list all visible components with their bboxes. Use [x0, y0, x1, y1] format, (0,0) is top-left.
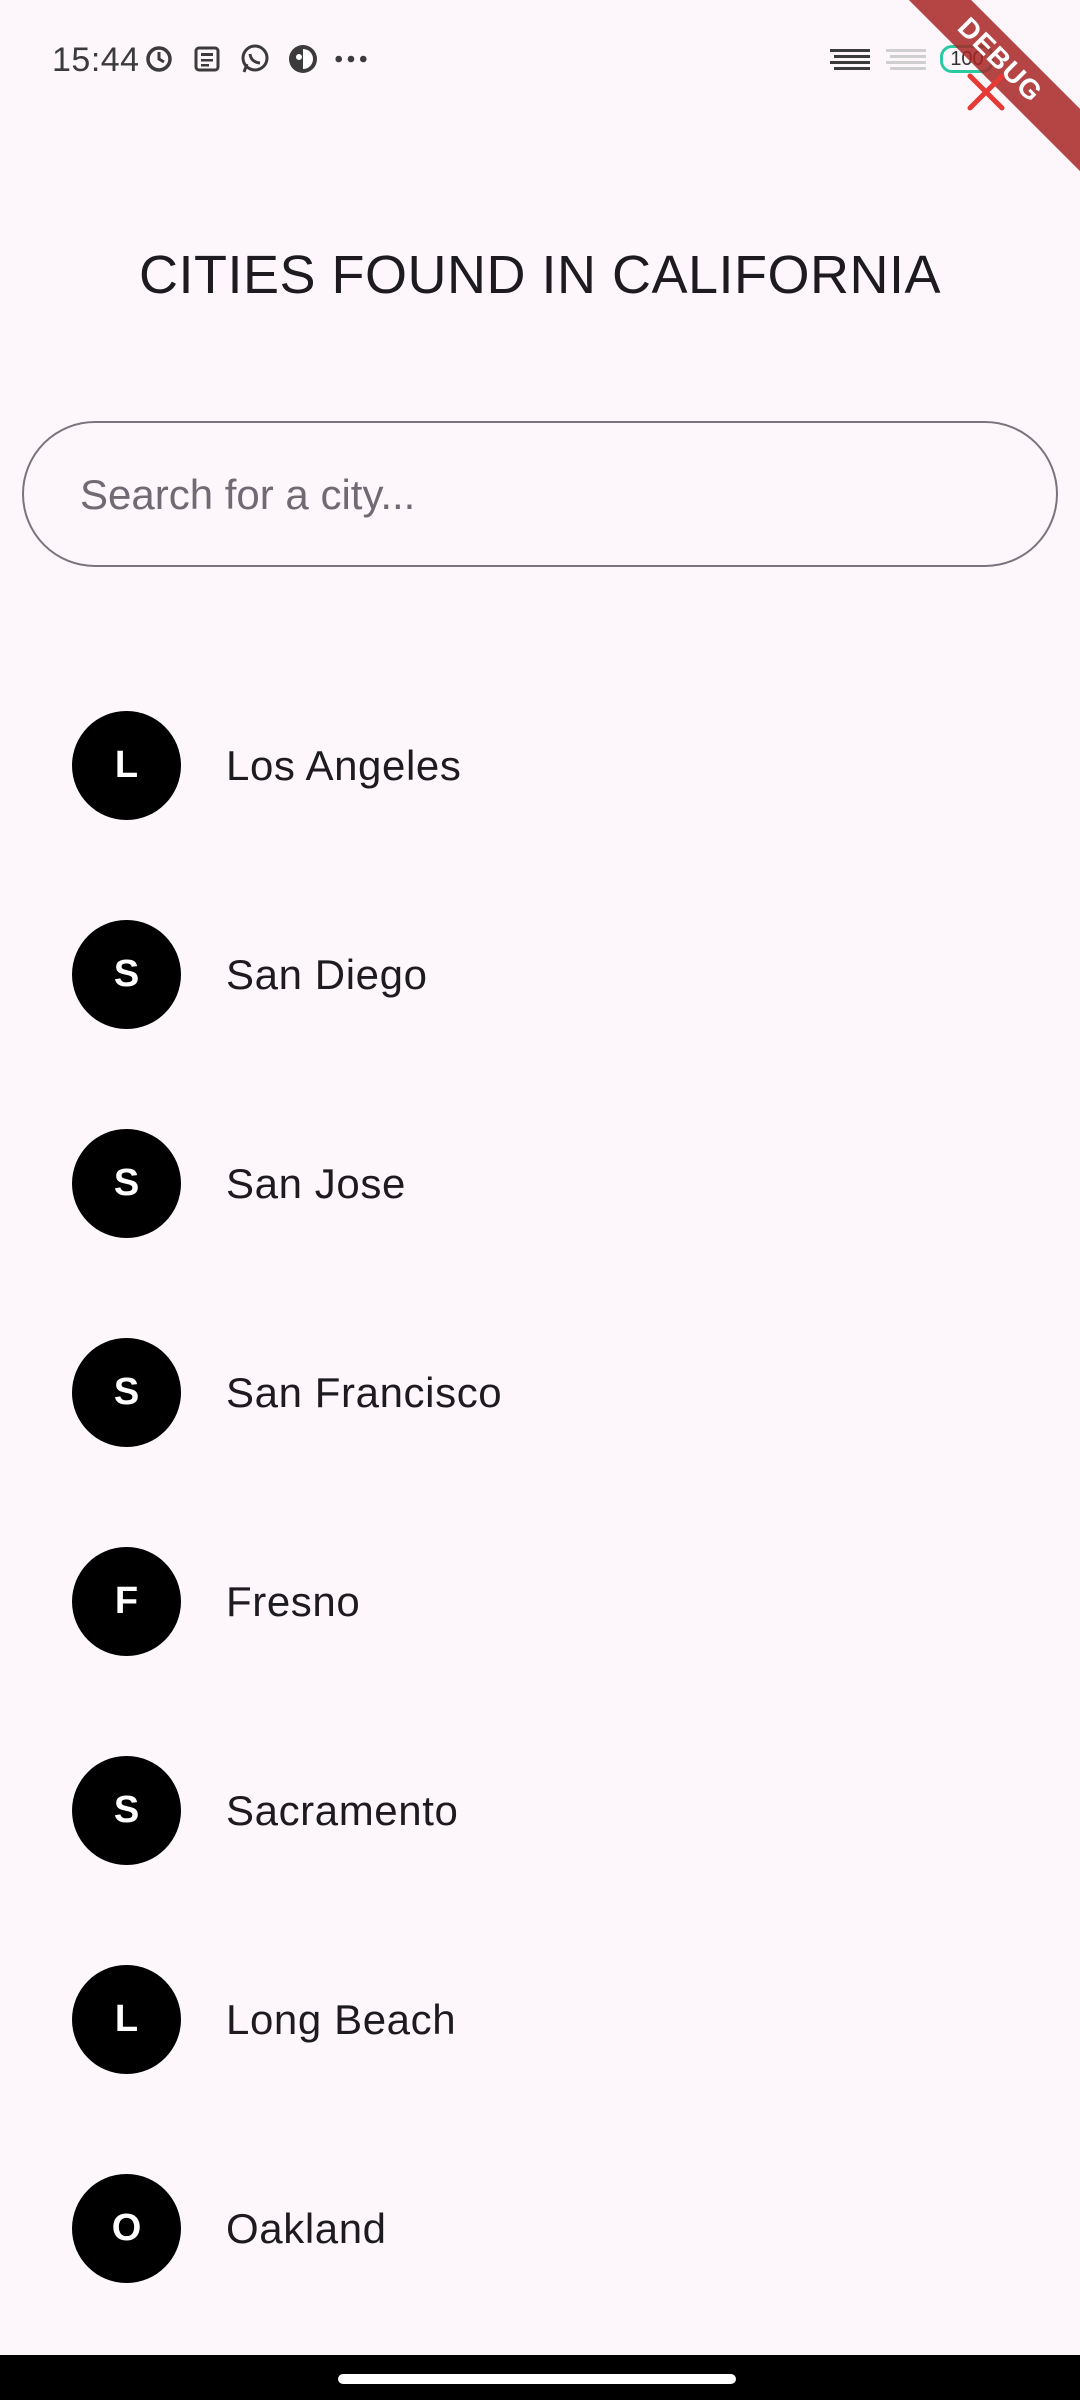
avatar: L [72, 711, 181, 820]
city-name: Los Angeles [226, 741, 462, 789]
avatar: S [72, 920, 181, 1029]
close-icon[interactable] [962, 68, 1010, 116]
whatsapp-icon [238, 42, 272, 76]
avatar: S [72, 1756, 181, 1865]
home-gesture-handle[interactable] [338, 2374, 736, 2384]
status-bar: 15:44 100 [0, 0, 1080, 182]
signal-icon [828, 42, 872, 76]
app-screen: 15:44 100 [0, 0, 1080, 2400]
city-name: Sacramento [226, 1786, 459, 1834]
city-name: Oakland [226, 2204, 387, 2252]
avatar: L [72, 1965, 181, 2074]
list-item[interactable]: S San Diego [0, 870, 1080, 1079]
search-field[interactable] [22, 421, 1058, 567]
more-dots-icon [334, 42, 368, 76]
navigation-bar [0, 2355, 1080, 2400]
status-time: 15:44 [52, 41, 140, 79]
city-name: Long Beach [226, 1995, 457, 2043]
alarm-icon [142, 42, 176, 76]
page-title: CITIES FOUND IN CALIFORNIA [138, 245, 942, 305]
city-name: Fresno [226, 1577, 361, 1625]
avatar: F [72, 1547, 181, 1656]
app-icon [286, 42, 320, 76]
list-item[interactable]: S San Jose [0, 1079, 1080, 1288]
news-icon [190, 42, 224, 76]
list-item[interactable]: L Long Beach [0, 1915, 1080, 2124]
avatar: O [72, 2174, 181, 2283]
avatar: S [72, 1338, 181, 1447]
signal-2-icon [884, 42, 928, 76]
city-name: San Diego [226, 950, 428, 998]
avatar: S [72, 1129, 181, 1238]
city-list: L Los Angeles S San Diego S San Jose S S… [0, 661, 1080, 2333]
list-item[interactable]: L Los Angeles [0, 661, 1080, 870]
list-item[interactable]: F Fresno [0, 1497, 1080, 1706]
list-item[interactable]: O Oakland [0, 2124, 1080, 2333]
list-item[interactable]: S San Francisco [0, 1288, 1080, 1497]
search-input[interactable] [78, 423, 1022, 567]
list-item[interactable]: S Sacramento [0, 1706, 1080, 1915]
city-name: San Francisco [226, 1368, 503, 1416]
status-icons-left [142, 42, 368, 76]
city-name: San Jose [226, 1159, 406, 1207]
